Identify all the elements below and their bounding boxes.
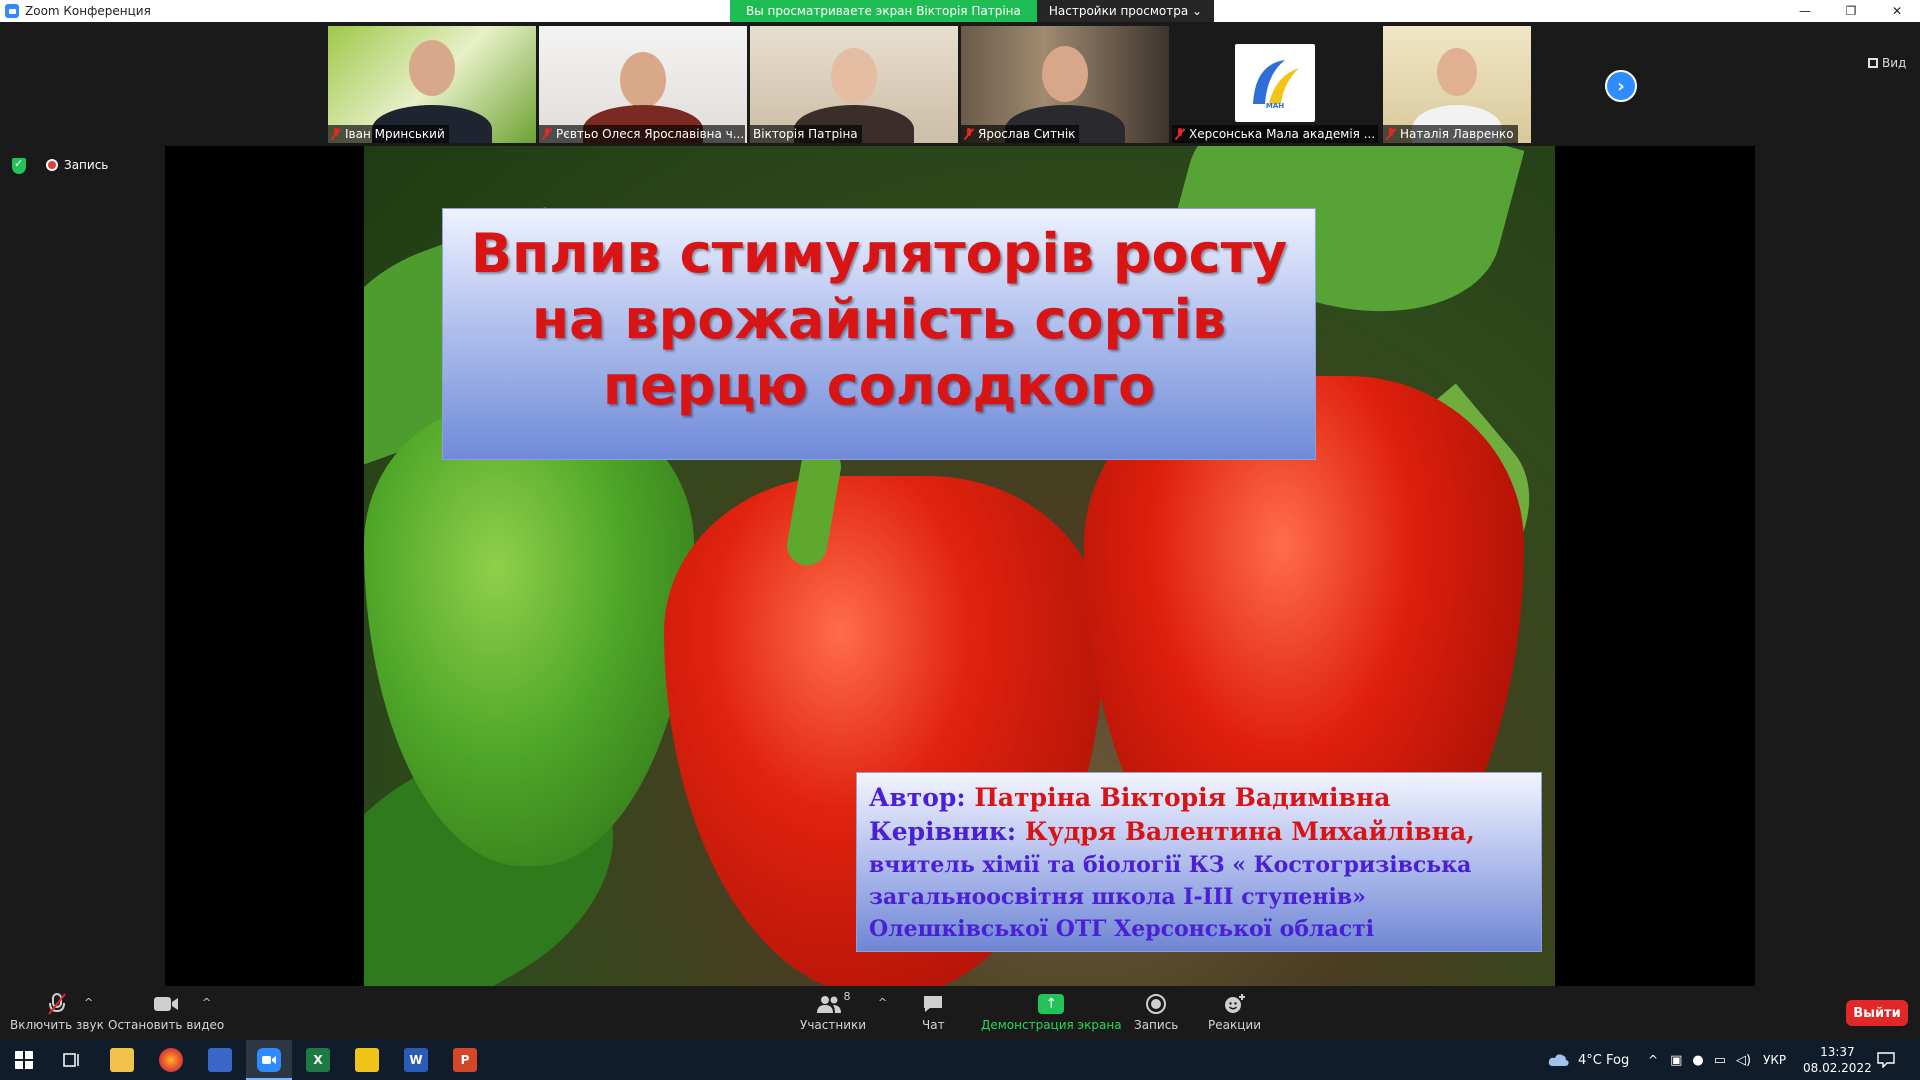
participant-gallery: Іван Мринський Рєвтьо Олеся Ярославівна … xyxy=(0,22,1920,144)
window-title: Zoom Конференция xyxy=(25,4,151,18)
participant-tile[interactable]: Рєвтьо Олеся Ярославівна ч... xyxy=(539,26,747,143)
participant-tile[interactable]: Іван Мринський xyxy=(328,26,536,143)
video-camera-icon xyxy=(153,990,179,1018)
participant-tile[interactable]: МАН Херсонська Мала академія ... xyxy=(1172,26,1380,143)
record-icon xyxy=(1145,990,1167,1018)
share-screen-button[interactable]: ↑ Демонстрация экрана xyxy=(981,990,1122,1032)
microphone-icon[interactable]: ● xyxy=(1692,1053,1703,1068)
window-titlebar: Zoom Конференция Вы просматриваете экран… xyxy=(0,0,1920,22)
word-icon[interactable]: W xyxy=(404,1048,428,1072)
mic-muted-icon xyxy=(964,128,974,140)
restore-button[interactable]: ❐ xyxy=(1828,0,1874,22)
windows-start-icon[interactable] xyxy=(12,1048,36,1072)
task-view-icon[interactable] xyxy=(60,1048,84,1072)
participants-button[interactable]: 8 Участники xyxy=(800,990,866,1032)
slide-title-line: перцю солодкого xyxy=(602,354,1156,417)
participant-name: Іван Мринський xyxy=(328,125,449,143)
powerpoint-icon[interactable]: P xyxy=(453,1048,477,1072)
participant-name: Рєвтьо Олеся Ярославівна ч... xyxy=(539,125,745,143)
video-options-caret[interactable]: ^ xyxy=(202,996,211,1009)
minimize-button[interactable]: — xyxy=(1782,0,1828,22)
security-shield-icon[interactable] xyxy=(12,157,26,174)
reactions-button[interactable]: Реакции xyxy=(1208,990,1261,1032)
author-line: Автор: Патріна Вікторія Вадимівна xyxy=(869,783,1391,812)
zoom-app-icon xyxy=(5,4,19,18)
cloud-icon xyxy=(1548,1054,1569,1066)
view-button[interactable]: Вид xyxy=(1868,56,1906,70)
close-button[interactable]: ✕ xyxy=(1874,0,1920,22)
grid-view-icon xyxy=(1868,58,1878,68)
view-settings-button[interactable]: Настройки просмотра ⌄ xyxy=(1036,0,1215,22)
chevron-up-icon[interactable]: ^ xyxy=(1648,1053,1658,1067)
record-dot-icon xyxy=(46,159,58,171)
recording-indicator[interactable]: Запись xyxy=(46,158,108,172)
chat-bubble-icon xyxy=(922,990,944,1018)
share-arrow-icon: ↑ xyxy=(1038,994,1065,1014)
speaker-icon[interactable]: ◁) xyxy=(1736,1053,1751,1068)
firefox-icon[interactable] xyxy=(159,1048,183,1072)
slide-title-line: на врожайність сортів xyxy=(531,288,1227,351)
participant-tile[interactable]: Вікторія Патріна xyxy=(750,26,958,143)
shared-screen: Вплив стимуляторів росту на врожайність … xyxy=(165,146,1755,986)
share-banner: Вы просматриваете экран Вікторія Патріна… xyxy=(730,0,1215,22)
notifications-icon[interactable] xyxy=(1874,1048,1898,1072)
mic-muted-icon xyxy=(1175,128,1185,140)
mic-muted-icon xyxy=(542,128,552,140)
media-player-icon[interactable] xyxy=(355,1048,379,1072)
viewing-screen-text: Вы просматриваете экран Вікторія Патріна xyxy=(730,0,1037,22)
network-monitor-icon[interactable]: ▣ xyxy=(1670,1053,1682,1068)
mic-muted-icon xyxy=(1386,128,1396,140)
leave-meeting-button[interactable]: Выйти xyxy=(1846,1000,1908,1026)
participant-name: Наталія Лавренко xyxy=(1383,125,1518,143)
presentation-slide: Вплив стимуляторів росту на врожайність … xyxy=(364,146,1555,986)
mic-off-icon xyxy=(46,990,68,1018)
participant-tile[interactable]: Ярослав Ситнік xyxy=(961,26,1169,143)
windows-taskbar: X W P 4°C Fog ^ ▣ ● ▭ ◁) УКР 13:37 08.02… xyxy=(0,1040,1920,1080)
chat-button[interactable]: Чат xyxy=(922,990,945,1032)
input-language[interactable]: УКР xyxy=(1763,1053,1786,1067)
save-floppy-icon[interactable] xyxy=(208,1048,232,1072)
record-button[interactable]: Запись xyxy=(1134,990,1178,1032)
zoom-taskbar-icon[interactable] xyxy=(257,1048,281,1072)
slide-author-box: Автор: Патріна Вікторія Вадимівна Керівн… xyxy=(856,772,1542,952)
system-tray: ^ ▣ ● ▭ ◁) УКР xyxy=(1648,1040,1786,1080)
gallery-next-button[interactable]: › xyxy=(1605,70,1637,102)
supervisor-line: Керівник: Кудря Валентина Михайлівна, xyxy=(869,817,1475,846)
participants-icon: 8 xyxy=(816,990,851,1018)
chevron-right-icon: › xyxy=(1617,75,1625,97)
participants-count: 8 xyxy=(843,990,851,1003)
participant-name: Херсонська Мала академія ... xyxy=(1172,125,1378,143)
network-icon[interactable]: ▭ xyxy=(1714,1053,1726,1068)
weather-widget[interactable]: 4°C Fog xyxy=(1548,1040,1629,1080)
window-controls: — ❐ ✕ xyxy=(1782,0,1920,22)
excel-icon[interactable]: X xyxy=(306,1048,330,1072)
taskbar-clock[interactable]: 13:37 08.02.2022 xyxy=(1803,1044,1872,1076)
man-logo: МАН xyxy=(1235,44,1315,122)
participant-name: Вікторія Патріна xyxy=(750,125,862,143)
mic-muted-icon xyxy=(331,128,341,140)
participants-options-caret[interactable]: ^ xyxy=(878,996,887,1009)
participant-name: Ярослав Ситнік xyxy=(961,125,1080,143)
smiley-plus-icon xyxy=(1223,990,1247,1018)
audio-options-caret[interactable]: ^ xyxy=(84,996,93,1009)
participant-tile[interactable]: Наталія Лавренко xyxy=(1383,26,1531,143)
slide-title-line: Вплив стимуляторів росту xyxy=(470,222,1288,285)
slide-title-box: Вплив стимуляторів росту на врожайність … xyxy=(442,208,1316,460)
supervisor-description: вчитель хімії та біології КЗ « Костогриз… xyxy=(869,852,1472,942)
file-explorer-icon[interactable] xyxy=(110,1048,134,1072)
meeting-toolbar: Включить звук ^ Остановить видео ^ 8 Уча… xyxy=(0,986,1920,1040)
